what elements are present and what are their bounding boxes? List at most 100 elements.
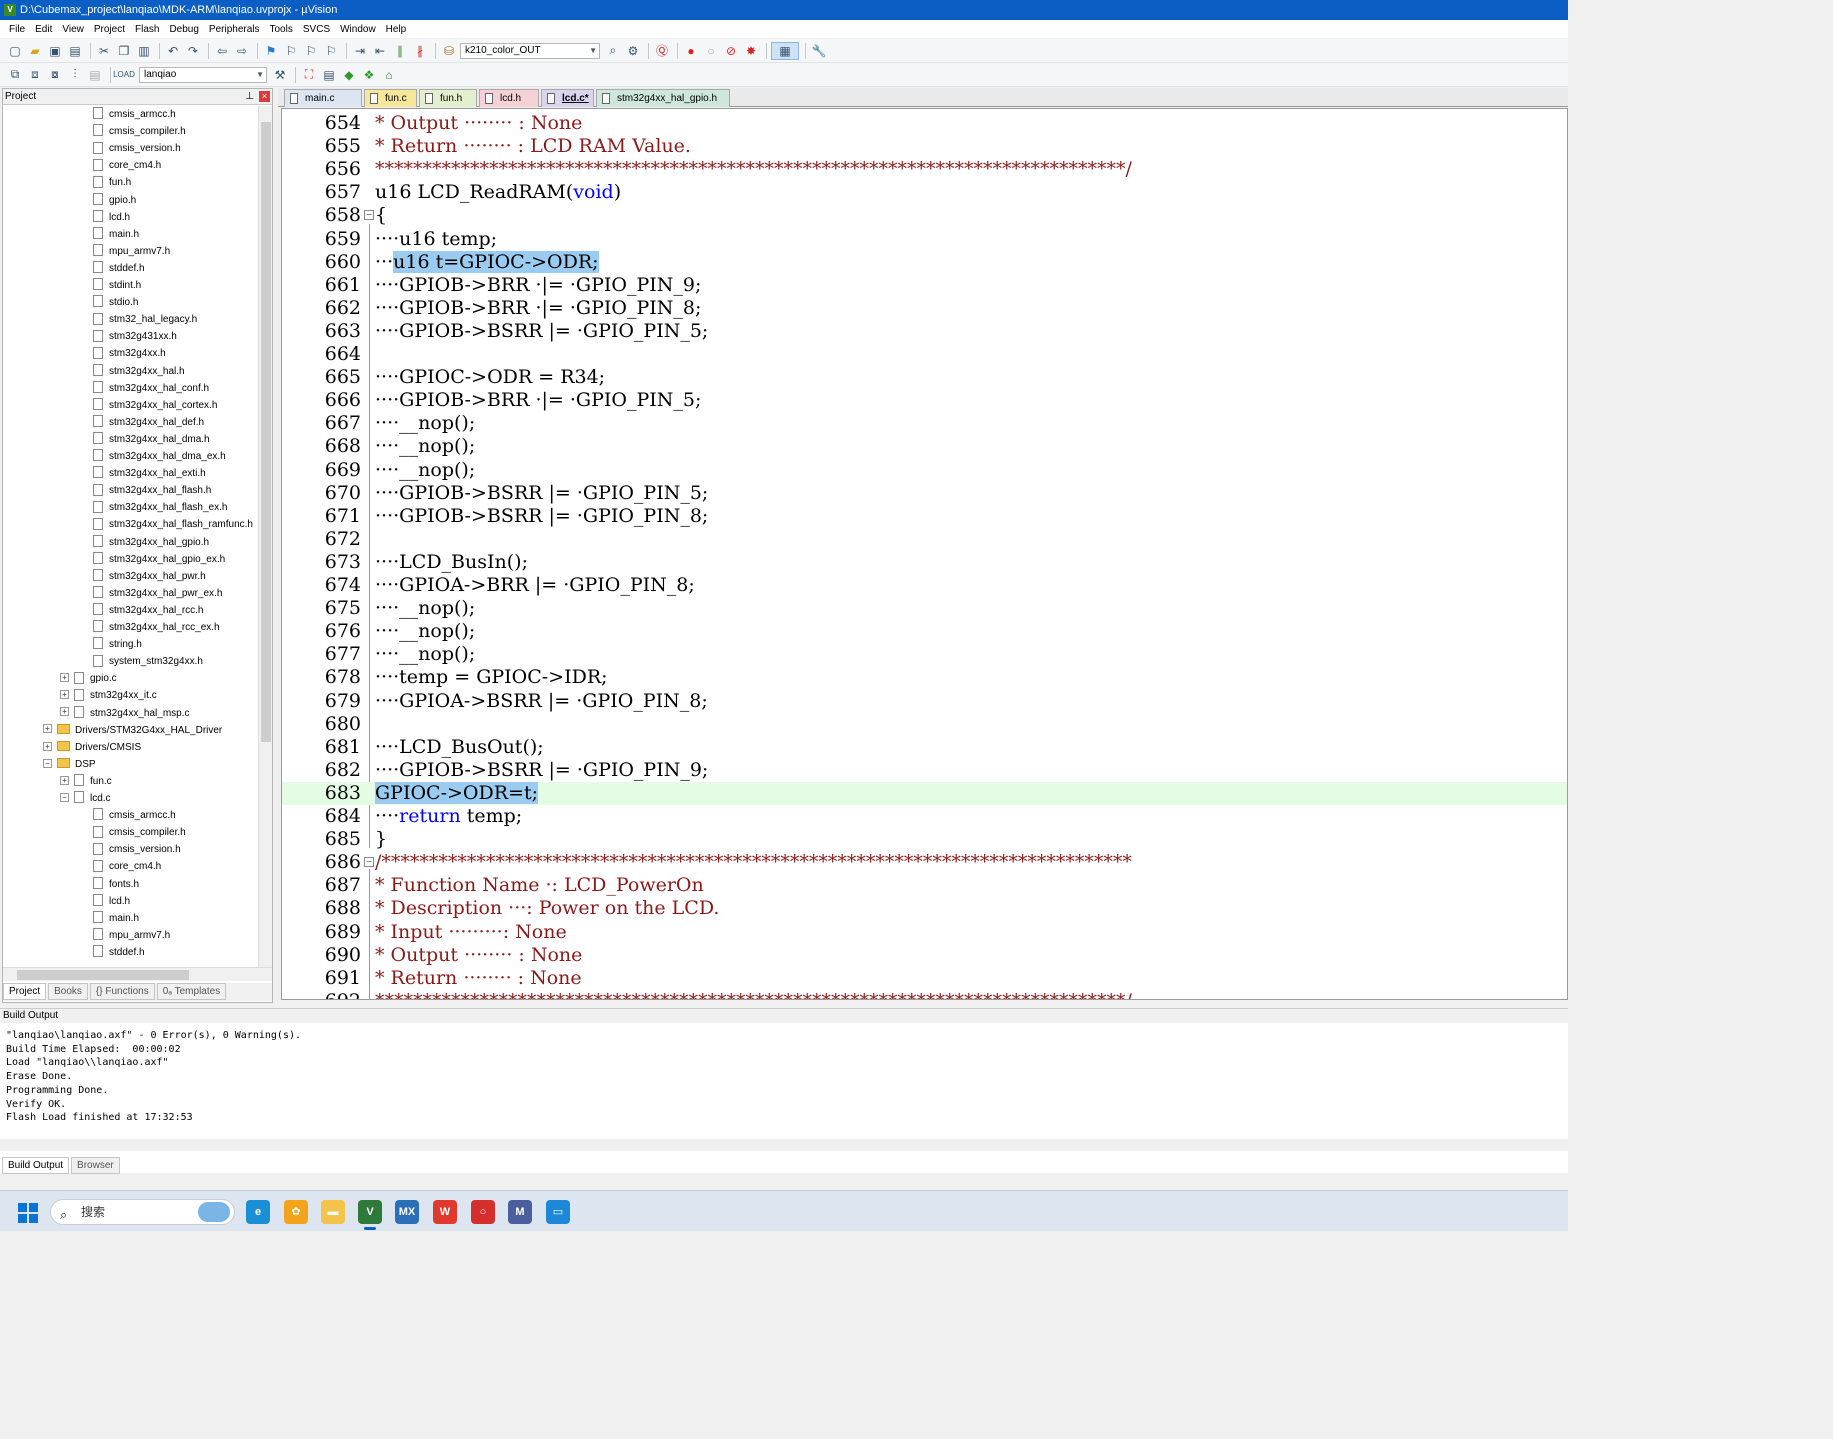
tree-file[interactable]: cmsis_armcc.h: [93, 106, 176, 123]
windows-start-icon[interactable]: [18, 1203, 38, 1223]
tree-file[interactable]: cmsis_version.h: [93, 140, 181, 157]
code-line[interactable]: 655 * Return ········ : LCD RAM Value.: [282, 135, 1567, 158]
editor-tab[interactable]: fun.h: [419, 89, 477, 107]
tree-file[interactable]: stm32g4xx_hal_flash_ex.h: [93, 499, 227, 516]
project-target-combo[interactable]: lanqiao ▼: [139, 66, 267, 83]
pin-icon[interactable]: ⊥: [245, 89, 254, 105]
uncomment-icon[interactable]: ∦: [411, 42, 429, 60]
code-line[interactable]: 681 ····LCD_BusOut();: [282, 736, 1567, 759]
tree-file[interactable]: + gpio.c: [60, 670, 117, 687]
editor-tab[interactable]: stm32g4xx_hal_gpio.h: [596, 89, 730, 107]
bookmark-icon[interactable]: ⚑: [262, 42, 280, 60]
tree-file[interactable]: stm32g4xx_hal_cortex.h: [93, 397, 217, 414]
app-yellow-icon[interactable]: ✿: [284, 1200, 308, 1224]
tree-file[interactable]: lcd.h: [93, 893, 130, 910]
new-file-icon[interactable]: ▢: [6, 42, 24, 60]
taskbar-search-box[interactable]: ⌕ 搜索: [50, 1199, 235, 1225]
tree-file[interactable]: stm32g4xx_hal_flash.h: [93, 482, 211, 499]
code-line[interactable]: 672: [282, 528, 1567, 551]
tree-file[interactable]: mpu_armv7.h: [93, 243, 170, 260]
tree-vertical-scrollbar[interactable]: [258, 106, 272, 968]
tree-file[interactable]: stm32g4xx_hal_rcc.h: [93, 602, 204, 619]
code-line[interactable]: 667 ····__nop();: [282, 412, 1567, 435]
tree-file[interactable]: main.h: [93, 226, 139, 243]
paste-icon[interactable]: ▥: [135, 42, 153, 60]
tree-file[interactable]: stm32g4xx.h: [93, 345, 166, 362]
menu-flash[interactable]: Flash: [130, 24, 164, 35]
tree-file[interactable]: stm32g4xx_hal_pwr_ex.h: [93, 585, 222, 602]
window-layout-icon[interactable]: ▦: [771, 41, 799, 60]
editor-tab[interactable]: lcd.h: [479, 89, 539, 107]
incremental-find-icon[interactable]: ⌕: [604, 42, 622, 60]
code-line[interactable]: 671 ····GPIOB->BSRR |= ·GPIO_PIN_8;: [282, 505, 1567, 528]
code-line[interactable]: 656 *************************************…: [282, 158, 1567, 181]
menu-svcs[interactable]: SVCS: [298, 24, 335, 35]
undo-icon[interactable]: ↶: [164, 42, 182, 60]
tree-file[interactable]: stm32_hal_legacy.h: [93, 311, 197, 328]
tree-file[interactable]: cmsis_armcc.h: [93, 807, 176, 824]
tree-file[interactable]: cmsis_version.h: [93, 841, 181, 858]
build-output-text[interactable]: "lanqiao\lanqiao.axf" - 0 Error(s), 0 Wa…: [6, 1029, 301, 1125]
close-icon[interactable]: ×: [259, 91, 270, 102]
tree-file[interactable]: mpu_armv7.h: [93, 927, 170, 944]
code-line[interactable]: 666 ····GPIOB->BRR ·|= ·GPIO_PIN_5;: [282, 389, 1567, 412]
copy-icon[interactable]: ❐: [115, 42, 133, 60]
code-line[interactable]: 661 ····GPIOB->BRR ·|= ·GPIO_PIN_9;: [282, 274, 1567, 297]
configure-icon[interactable]: ⚙: [624, 42, 642, 60]
expand-icon[interactable]: +: [43, 741, 52, 751]
code-line[interactable]: 682 ····GPIOB->BSRR |= ·GPIO_PIN_9;: [282, 759, 1567, 782]
nav-back-icon[interactable]: ⇦: [213, 42, 231, 60]
save-all-icon[interactable]: ▤: [66, 42, 84, 60]
code-line[interactable]: 675 ····__nop();: [282, 597, 1567, 620]
code-line[interactable]: 691 * Return ········ : None: [282, 967, 1567, 990]
indent-icon[interactable]: ⇥: [351, 42, 369, 60]
menu-project[interactable]: Project: [89, 24, 130, 35]
code-line[interactable]: 680: [282, 713, 1567, 736]
tree-file[interactable]: stm32g4xx_hal_dma_ex.h: [93, 448, 226, 465]
code-line[interactable]: 670 ····GPIOB->BSRR |= ·GPIO_PIN_5;: [282, 482, 1567, 505]
code-line[interactable]: 692 *************************************…: [282, 990, 1567, 999]
code-line[interactable]: 662 ····GPIOB->BRR ·|= ·GPIO_PIN_8;: [282, 297, 1567, 320]
edge-icon[interactable]: e: [246, 1200, 270, 1224]
tree-file[interactable]: stm32g4xx_hal_gpio.h: [93, 534, 209, 551]
code-line[interactable]: 679 ····GPIOA->BSRR |= ·GPIO_PIN_8;: [282, 690, 1567, 713]
tree-folder[interactable]: + Drivers/CMSIS: [43, 739, 141, 756]
file-explorer-icon[interactable]: ▬: [321, 1200, 345, 1224]
tree-file[interactable]: stm32g4xx_hal_flash_ramfunc.h: [93, 516, 253, 533]
code-line[interactable]: 677 ····__nop();: [282, 643, 1567, 666]
download-icon[interactable]: LOAD: [113, 66, 135, 84]
tree-file[interactable]: main.h: [93, 910, 139, 927]
tree-file[interactable]: string.h: [93, 636, 142, 653]
rebuild-icon[interactable]: ⧇: [46, 66, 64, 84]
tree-file[interactable]: stm32g4xx_hal_rcc_ex.h: [93, 619, 220, 636]
code-line[interactable]: 654 * Output ········ : None: [282, 112, 1567, 135]
menu-edit[interactable]: Edit: [30, 24, 57, 35]
menu-peripherals[interactable]: Peripherals: [204, 24, 265, 35]
expand-icon[interactable]: +: [60, 690, 69, 700]
tree-file[interactable]: core_cm4.h: [93, 858, 161, 875]
panel-tab-books[interactable]: Books: [48, 983, 88, 1000]
code-line[interactable]: 685}: [282, 828, 1567, 851]
tree-file[interactable]: stddef.h: [93, 260, 145, 277]
menu-view[interactable]: View: [57, 24, 89, 35]
menu-tools[interactable]: Tools: [265, 24, 298, 35]
tree-folder[interactable]: − DSP: [43, 756, 96, 773]
kill-breakpoints-icon[interactable]: ✸: [742, 42, 760, 60]
unindent-icon[interactable]: ⇤: [371, 42, 389, 60]
code-line[interactable]: 686−/***********************************…: [282, 851, 1567, 874]
tree-file[interactable]: fonts.h: [93, 876, 139, 893]
pack-installer-icon[interactable]: ◆: [340, 66, 358, 84]
tree-file[interactable]: stm32g4xx_hal_gpio_ex.h: [93, 551, 225, 568]
build-icon[interactable]: ⧈: [26, 66, 44, 84]
keil-uvision-icon[interactable]: V: [358, 1200, 382, 1230]
expand-icon[interactable]: +: [60, 707, 69, 717]
menu-debug[interactable]: Debug: [164, 24, 203, 35]
tree-file[interactable]: lcd.h: [93, 209, 130, 226]
code-line[interactable]: 658−{: [282, 204, 1567, 227]
code-line[interactable]: 688 * Description ···: Power on the LCD.: [282, 897, 1567, 920]
code-line[interactable]: 673 ····LCD_BusIn();: [282, 551, 1567, 574]
tree-file[interactable]: stm32g4xx_hal_conf.h: [93, 380, 209, 397]
tree-file[interactable]: stdint.h: [93, 277, 141, 294]
build-output-scrollbar[interactable]: [0, 1139, 1568, 1151]
code-editor[interactable]: 654 * Output ········ : None 655 * Return ·…: [281, 108, 1568, 1000]
